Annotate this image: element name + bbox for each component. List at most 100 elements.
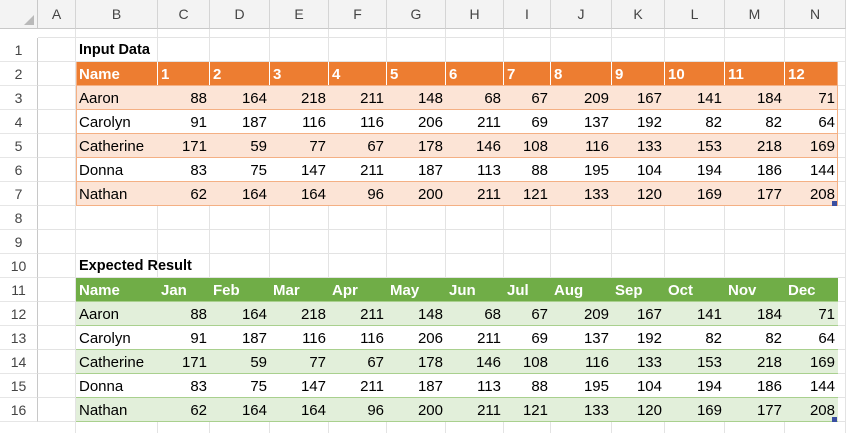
result-value-cell[interactable]: 67 (504, 302, 551, 326)
input-value-cell[interactable]: 116 (329, 110, 387, 134)
result-value-cell[interactable]: 68 (446, 302, 504, 326)
result-value-cell[interactable]: 147 (270, 374, 329, 398)
result-value-cell[interactable]: 71 (785, 302, 838, 326)
column-header-m[interactable]: M (725, 0, 785, 29)
result-value-cell[interactable]: 116 (329, 326, 387, 350)
input-value-cell[interactable]: 116 (551, 134, 612, 158)
result-header-cell[interactable]: Feb (210, 278, 270, 302)
result-value-cell[interactable]: 77 (270, 350, 329, 374)
row-header-1[interactable]: 1 (0, 38, 38, 62)
result-value-cell[interactable]: 82 (665, 326, 725, 350)
input-value-cell[interactable]: 133 (612, 134, 665, 158)
input-value-cell[interactable]: 69 (504, 110, 551, 134)
result-value-cell[interactable]: 88 (158, 302, 210, 326)
result-value-cell[interactable]: 59 (210, 350, 270, 374)
result-header-cell[interactable]: Mar (270, 278, 329, 302)
input-value-cell[interactable]: 71 (785, 86, 838, 110)
input-value-cell[interactable]: 108 (504, 134, 551, 158)
input-value-cell[interactable]: 148 (387, 86, 446, 110)
input-header-cell[interactable]: 2 (210, 62, 270, 86)
input-value-cell[interactable]: 164 (210, 86, 270, 110)
row-header-3[interactable]: 3 (0, 86, 38, 110)
input-value-cell[interactable]: 96 (329, 182, 387, 206)
input-header-cell[interactable]: Name (76, 62, 158, 86)
input-value-cell[interactable]: 206 (387, 110, 446, 134)
input-table-resize-handle[interactable] (832, 201, 837, 206)
row-header-8[interactable]: 8 (0, 206, 38, 230)
result-value-cell[interactable]: 169 (665, 398, 725, 422)
result-value-cell[interactable]: 211 (446, 398, 504, 422)
result-value-cell[interactable]: 133 (612, 350, 665, 374)
result-header-cell[interactable]: Jun (446, 278, 504, 302)
input-value-cell[interactable]: 144 (785, 158, 838, 182)
column-header-f[interactable]: F (329, 0, 387, 29)
input-header-cell[interactable]: 7 (504, 62, 551, 86)
column-header-l[interactable]: L (665, 0, 725, 29)
column-header-e[interactable]: E (270, 0, 329, 29)
column-header-d[interactable]: D (210, 0, 270, 29)
result-value-cell[interactable]: 116 (270, 326, 329, 350)
input-value-cell[interactable]: 195 (551, 158, 612, 182)
input-value-cell[interactable]: 209 (551, 86, 612, 110)
input-value-cell[interactable]: 141 (665, 86, 725, 110)
result-value-cell[interactable]: 113 (446, 374, 504, 398)
result-header-cell[interactable]: Jan (158, 278, 210, 302)
result-header-cell[interactable]: Name (76, 278, 158, 302)
input-header-cell[interactable]: 5 (387, 62, 446, 86)
input-value-cell[interactable]: 211 (446, 110, 504, 134)
input-name-cell[interactable]: Nathan (76, 182, 158, 206)
input-value-cell[interactable]: 113 (446, 158, 504, 182)
column-header-b[interactable]: B (76, 0, 158, 29)
row-header-13[interactable]: 13 (0, 326, 38, 350)
expected-result-title[interactable]: Expected Result (76, 254, 236, 278)
row-header-11[interactable]: 11 (0, 278, 38, 302)
row-header-10[interactable]: 10 (0, 254, 38, 278)
input-value-cell[interactable]: 208 (785, 182, 838, 206)
input-value-cell[interactable]: 169 (665, 182, 725, 206)
input-name-cell[interactable]: Aaron (76, 86, 158, 110)
spreadsheet-grid[interactable]: A B C D E F G H I J K L M N 1 2 3 4 5 6 7 8 9 10 11 12 13 14 15 16 Inp… (0, 0, 846, 433)
column-header-c[interactable]: C (158, 0, 210, 29)
input-value-cell[interactable]: 177 (725, 182, 785, 206)
input-header-cell[interactable]: 10 (665, 62, 725, 86)
input-header-cell[interactable]: 6 (446, 62, 504, 86)
input-value-cell[interactable]: 211 (329, 86, 387, 110)
input-value-cell[interactable]: 184 (725, 86, 785, 110)
result-value-cell[interactable]: 208 (785, 398, 838, 422)
input-header-cell[interactable]: 9 (612, 62, 665, 86)
result-value-cell[interactable]: 209 (551, 302, 612, 326)
result-value-cell[interactable]: 144 (785, 374, 838, 398)
input-value-cell[interactable]: 68 (446, 86, 504, 110)
result-value-cell[interactable]: 218 (270, 302, 329, 326)
result-value-cell[interactable]: 75 (210, 374, 270, 398)
result-value-cell[interactable]: 200 (387, 398, 446, 422)
result-value-cell[interactable]: 153 (665, 350, 725, 374)
input-data-title[interactable]: Input Data (76, 38, 236, 62)
result-header-cell[interactable]: Oct (665, 278, 725, 302)
result-value-cell[interactable]: 211 (329, 302, 387, 326)
result-value-cell[interactable]: 195 (551, 374, 612, 398)
result-value-cell[interactable]: 211 (446, 326, 504, 350)
row-header-12[interactable]: 12 (0, 302, 38, 326)
result-value-cell[interactable]: 164 (210, 398, 270, 422)
input-value-cell[interactable]: 169 (785, 134, 838, 158)
input-value-cell[interactable]: 77 (270, 134, 329, 158)
column-header-j[interactable]: J (551, 0, 612, 29)
result-name-cell[interactable]: Nathan (76, 398, 158, 422)
result-name-cell[interactable]: Carolyn (76, 326, 158, 350)
input-value-cell[interactable]: 62 (158, 182, 210, 206)
result-value-cell[interactable]: 88 (504, 374, 551, 398)
input-value-cell[interactable]: 211 (446, 182, 504, 206)
input-value-cell[interactable]: 186 (725, 158, 785, 182)
result-value-cell[interactable]: 177 (725, 398, 785, 422)
input-value-cell[interactable]: 64 (785, 110, 838, 134)
input-value-cell[interactable]: 187 (210, 110, 270, 134)
column-header-k[interactable]: K (612, 0, 665, 29)
result-header-cell[interactable]: May (387, 278, 446, 302)
input-value-cell[interactable]: 153 (665, 134, 725, 158)
result-header-cell[interactable]: Dec (785, 278, 838, 302)
input-value-cell[interactable]: 167 (612, 86, 665, 110)
result-value-cell[interactable]: 121 (504, 398, 551, 422)
input-value-cell[interactable]: 67 (504, 86, 551, 110)
result-table-resize-handle[interactable] (832, 417, 837, 422)
